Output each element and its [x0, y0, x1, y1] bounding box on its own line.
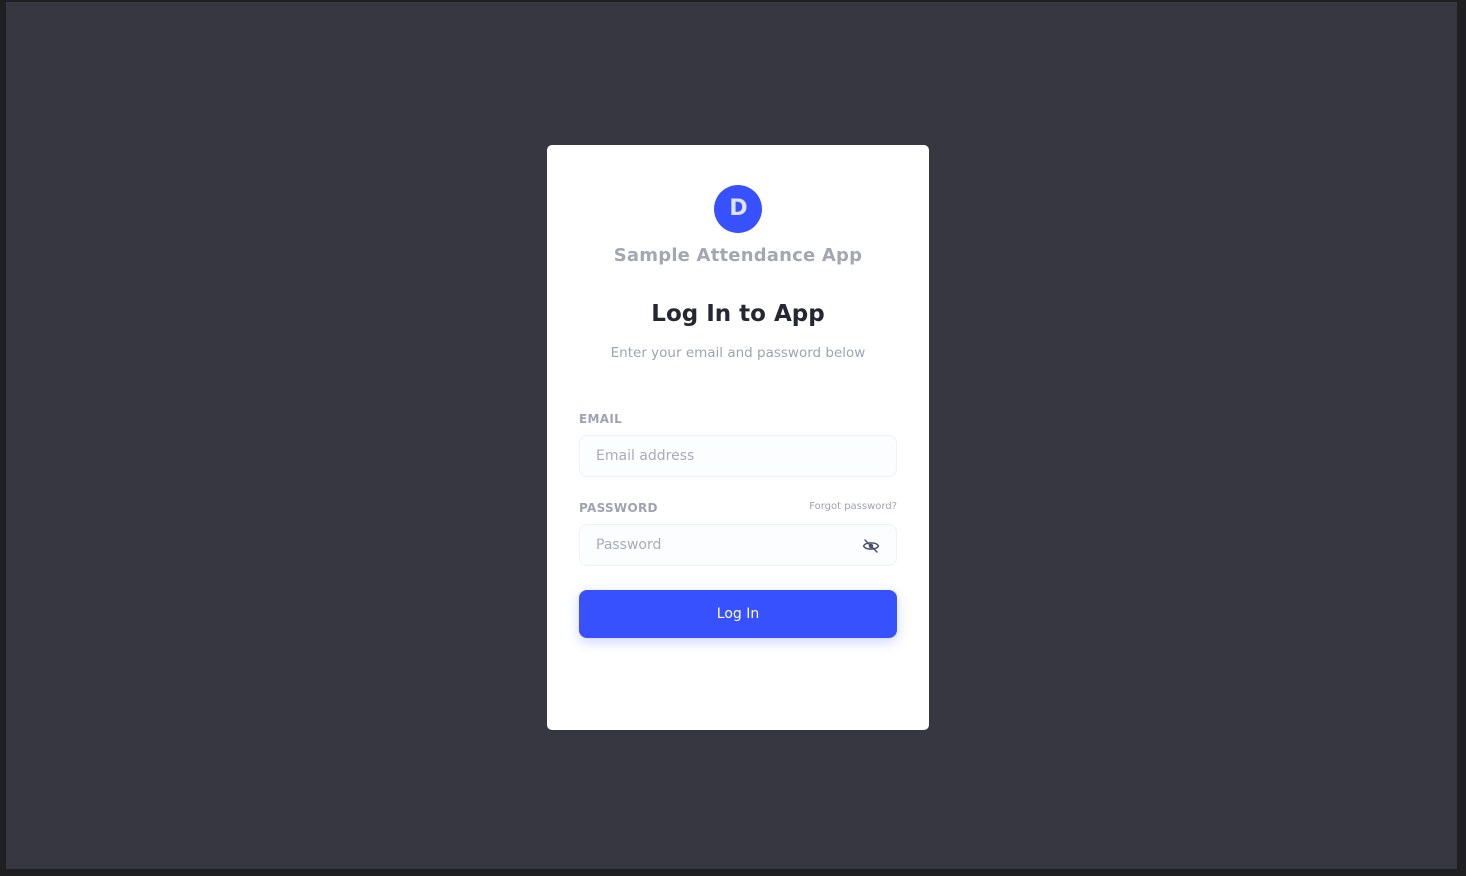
email-field[interactable]: [580, 436, 896, 476]
login-button[interactable]: Log In: [579, 590, 897, 638]
logo-letter: D: [729, 196, 748, 221]
password-field-wrapper: [579, 524, 897, 566]
app-name: Sample Attendance App: [613, 245, 863, 266]
login-card: D Sample Attendance App Log In to App En…: [547, 145, 929, 730]
page-subtitle: Enter your email and password below: [610, 345, 866, 361]
page-background: D Sample Attendance App Log In to App En…: [6, 2, 1457, 869]
password-field[interactable]: [580, 525, 896, 565]
page-title: Log In to App: [651, 301, 825, 327]
forgot-password-link[interactable]: Forgot password?: [809, 501, 897, 512]
email-label: EMAIL: [579, 412, 623, 426]
app-logo: D: [714, 185, 762, 233]
eye-off-icon[interactable]: [862, 537, 880, 555]
email-field-wrapper: [579, 435, 897, 477]
password-label: PASSWORD: [579, 501, 658, 515]
